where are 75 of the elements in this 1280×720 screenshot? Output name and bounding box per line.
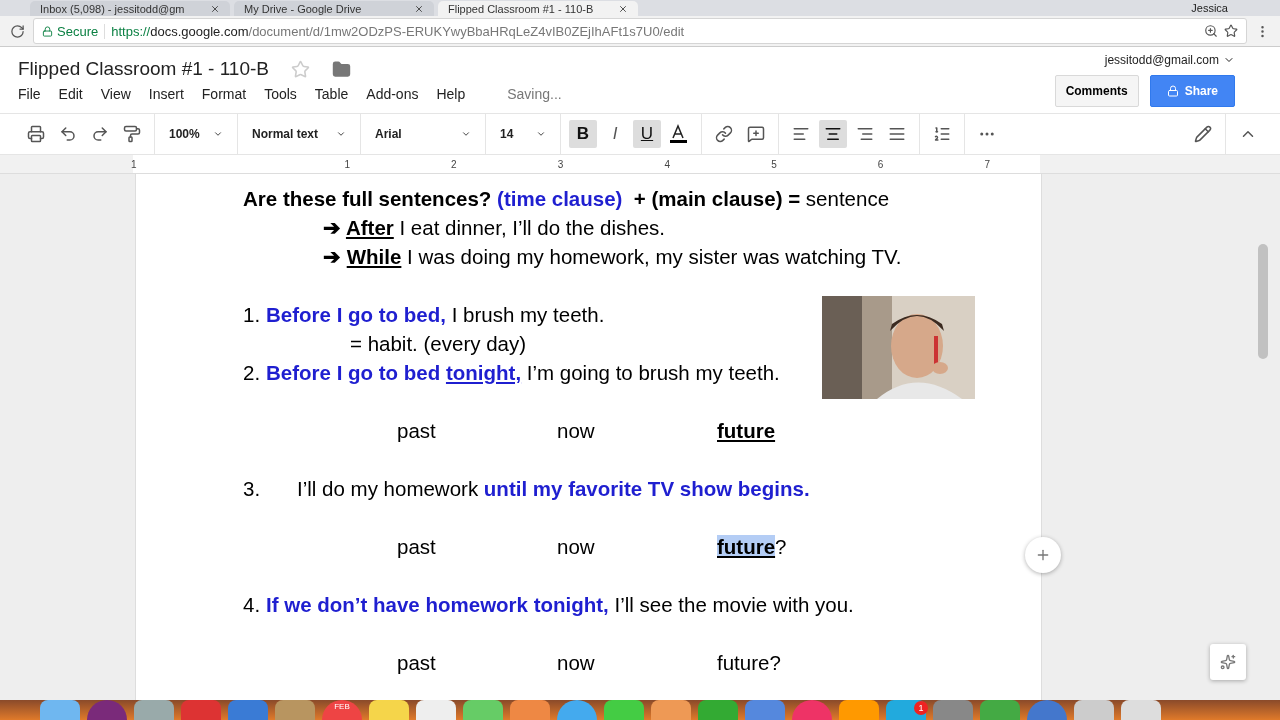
ruler-number: 3 <box>557 158 564 170</box>
example-sentence: ➔ After I eat dinner, I’ll do the dishes. <box>323 215 665 241</box>
italic-button[interactable]: I <box>601 120 629 148</box>
ruler-number: 4 <box>664 158 670 170</box>
ruler-number: 1 <box>344 158 350 170</box>
app-icon[interactable]: 1 <box>886 700 926 720</box>
notification-badge: 1 <box>914 701 928 715</box>
explore-button[interactable] <box>1210 644 1246 680</box>
menu-item[interactable]: File <box>18 86 53 102</box>
caret-icon <box>336 129 346 139</box>
timeline-label: now <box>557 650 596 676</box>
menu-item[interactable]: View <box>100 86 143 102</box>
address-bar[interactable]: Secure https://docs.google.com/document/d/1mw2ODzPS-ERUKYwyBbaHRqLeZ4vIB0ZEjIhAFt1s7U0/edit <box>33 18 1247 44</box>
bold-button[interactable]: B <box>569 120 597 148</box>
ruler-number: 2 <box>451 158 457 170</box>
menu-item[interactable]: Table <box>314 86 361 102</box>
numbered-sentence: 4. If we don’t have homework tonight, I’ll see the movie with you. <box>243 592 854 618</box>
timeline-label: past <box>397 650 437 676</box>
browser-tab[interactable]: My Drive - Google Drive <box>234 1 434 16</box>
app-icon[interactable]: FEB <box>322 700 362 720</box>
caret-icon <box>213 129 223 139</box>
zoom-icon[interactable] <box>1204 24 1218 38</box>
caret-icon <box>461 129 471 139</box>
save-status: Saving... <box>507 86 562 102</box>
menu-item[interactable]: Tools <box>264 86 309 102</box>
scrollbar-thumb[interactable] <box>1258 244 1268 359</box>
plus-icon <box>1035 547 1051 563</box>
menu-item[interactable]: Format <box>201 86 259 102</box>
reload-icon[interactable] <box>10 23 25 39</box>
ruler-number: 7 <box>984 158 991 170</box>
close-icon[interactable] <box>618 3 628 14</box>
document-title[interactable]: Flipped Classroom #1 - 110-B <box>18 58 269 80</box>
timeline-label: now <box>557 418 596 444</box>
bookmark-star-icon[interactable] <box>1224 24 1238 38</box>
numbered-sentence: 2. Before I go to bed tonight, I’m going to brush my teeth. <box>243 360 780 386</box>
numbered-sentence: 1. Before I go to bed, I brush my teeth. <box>243 302 605 328</box>
menu-item[interactable]: Add-ons <box>366 86 431 102</box>
url-text: https://docs.google.com/document/d/1mw2ODzPS-ERUKYwyBbaHRqLeZ4vIB0ZEjIhAFt1s7U0/edit <box>111 23 686 39</box>
share-button[interactable]: Share <box>1149 75 1235 107</box>
zoom-dropdown[interactable]: 100% <box>161 120 231 148</box>
timeline-label: future? <box>717 650 782 676</box>
close-icon[interactable] <box>210 3 220 14</box>
timeline-label: now <box>557 534 596 560</box>
lock-icon <box>1166 85 1179 97</box>
heading-sentence: Are these full sentences? (time clause) + (main clause) = sentence <box>243 186 890 212</box>
ruler-number: 6 <box>877 158 884 170</box>
note-text: = habit. (every day) <box>350 331 527 357</box>
add-comment-button[interactable] <box>1025 537 1061 573</box>
secure-label: Secure <box>57 23 99 39</box>
font-dropdown[interactable]: Arial <box>367 120 479 148</box>
ruler-number: 1 <box>131 158 137 170</box>
align-icon[interactable] <box>819 120 847 148</box>
close-icon[interactable] <box>414 3 424 14</box>
folder-icon[interactable] <box>332 59 351 79</box>
timeline-label: future <box>717 418 777 444</box>
account-menu[interactable]: jessitodd@gmail.com <box>1104 53 1235 67</box>
browser-tab[interactable]: Flipped Classroom #1 - 110-B <box>438 1 638 16</box>
menu-item[interactable]: Help <box>436 86 478 102</box>
numbered-sentence: 3. I’ll do my homework until my favorite TV show begins. <box>243 476 810 502</box>
lock-icon <box>42 25 53 37</box>
ruler-number: 5 <box>771 158 777 170</box>
style-dropdown[interactable]: Normal text <box>244 120 354 148</box>
underline-button[interactable]: U <box>633 120 661 148</box>
caret-icon <box>536 129 546 139</box>
timeline-label: past <box>397 418 437 444</box>
example-sentence: ➔ While I was doing my homework, my sister was watching TV. <box>323 244 902 270</box>
menu-item[interactable]: Insert <box>148 86 196 102</box>
font-size-dropdown[interactable]: 14 <box>492 120 554 148</box>
star-icon[interactable] <box>291 59 310 79</box>
sparkle-icon <box>1220 654 1236 670</box>
timeline-label: past <box>397 534 437 560</box>
profile-name[interactable]: Jessica <box>1191 2 1228 14</box>
browser-tab[interactable]: Inbox (5,098) - jessitodd@gm <box>30 1 230 16</box>
menu-item[interactable]: Edit <box>58 86 95 102</box>
comments-button[interactable]: Comments <box>1054 75 1139 107</box>
